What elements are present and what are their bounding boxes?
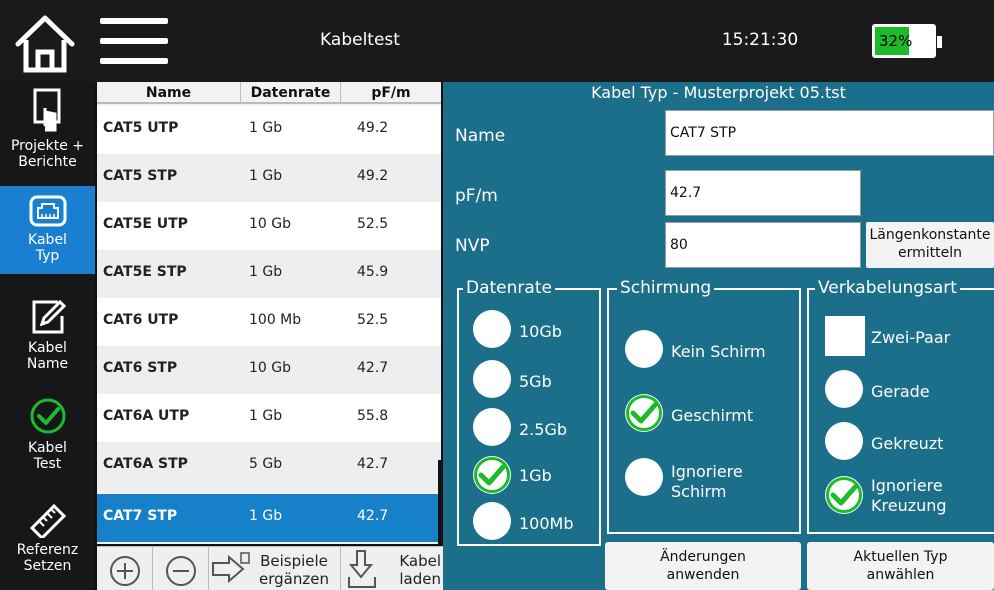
- datenrate-group: Datenrate 10Gb 5Gb 2.5Gb 1Gb 100Mb: [457, 277, 601, 546]
- radio-2-5gb[interactable]: [473, 408, 511, 446]
- check-circle-icon: [30, 398, 65, 434]
- arrow-insert-icon: [212, 552, 250, 584]
- table-row[interactable]: CAT6A UTP 1 Gb 55.8: [97, 394, 441, 442]
- nvp-label: NVP: [455, 236, 490, 256]
- home-button[interactable]: [10, 10, 80, 76]
- checkmark-icon: [478, 464, 506, 486]
- sidebar-item-projekte[interactable]: Projekte + Berichte: [0, 82, 95, 184]
- laengenkonstante-button[interactable]: Längenkonstante ermitteln: [866, 222, 994, 268]
- panel-title: Kabel Typ - Musterprojekt 05.tst: [591, 83, 846, 102]
- table-row[interactable]: CAT6 STP 10 Gb 42.7: [97, 346, 441, 394]
- verkabelungsart-group: Verkabelungsart Zwei-Paar Gerade Gekreuz…: [807, 277, 994, 534]
- column-header-pfm[interactable]: pF/m: [341, 82, 441, 102]
- plus-circle-icon: [110, 556, 140, 586]
- add-examples-label-2: ergänzen: [259, 570, 329, 588]
- table-scrollbar[interactable]: [438, 460, 442, 544]
- apply-changes-button[interactable]: Änderungen anwenden: [605, 542, 801, 590]
- radio-gekreuzt[interactable]: [825, 422, 863, 460]
- app-title: Kabeltest: [320, 30, 400, 50]
- battery-percent: 32%: [879, 32, 913, 50]
- radio-ignoriere-schirm[interactable]: [625, 458, 663, 496]
- remove-button[interactable]: [153, 547, 209, 590]
- radio-geschirmt[interactable]: [625, 394, 663, 432]
- cable-type-table: Name Datenrate pF/m CAT5 UTP 1 Gb 49.2 C…: [97, 82, 441, 544]
- schirmung-group: Schirmung Kein Schirm Geschirmt Ignorier…: [607, 277, 801, 534]
- option-ignoriere-kreuzung-label: Ignoriere Kreuzung: [871, 476, 947, 515]
- option-geschirmt-label: Geschirmt: [671, 406, 754, 425]
- add-examples-button[interactable]: Beispiele ergänzen: [209, 547, 341, 590]
- table-toolbar: Beispiele ergänzen Kabel laden: [97, 546, 443, 590]
- load-cable-label-1: Kabel: [399, 552, 441, 570]
- ruler-icon: [29, 503, 66, 538]
- download-icon: [348, 550, 376, 588]
- radio-gerade[interactable]: [825, 370, 863, 408]
- pfm-label: pF/m: [455, 186, 498, 206]
- radio-10gb[interactable]: [473, 310, 511, 348]
- name-input[interactable]: CAT7 STP: [665, 110, 994, 156]
- radio-ignoriere-kreuzung[interactable]: [825, 476, 863, 514]
- schirmung-title: Schirmung: [617, 277, 715, 299]
- clock: 15:21:30: [721, 30, 799, 50]
- option-gekreuzt-label: Gekreuzt: [871, 434, 944, 453]
- home-icon: [15, 15, 75, 73]
- option-1gb-label: 1Gb: [519, 466, 552, 485]
- table-row[interactable]: CAT5E STP 1 Gb 45.9: [97, 250, 441, 298]
- column-header-datenrate[interactable]: Datenrate: [241, 82, 341, 102]
- table-row[interactable]: CAT6 UTP 100 Mb 52.5: [97, 298, 441, 346]
- table-row-selected[interactable]: CAT7 STP 1 Gb 42.7: [97, 494, 441, 542]
- option-kein-schirm-label: Kein Schirm: [671, 342, 766, 361]
- top-bar: Kabeltest 15:21:30 32%: [0, 0, 994, 82]
- verkabelungsart-title: Verkabelungsart: [815, 277, 960, 299]
- option-5gb-label: 5Gb: [519, 372, 552, 391]
- datenrate-title: Datenrate: [463, 277, 555, 299]
- cable-type-panel: Kabel Typ - Musterprojekt 05.tst Name CA…: [443, 82, 994, 590]
- table-header: Name Datenrate pF/m: [97, 82, 441, 104]
- name-label: Name: [455, 126, 506, 146]
- checkmark-icon: [630, 402, 658, 424]
- add-examples-label-1: Beispiele: [260, 552, 328, 570]
- hamburger-menu-icon: [100, 18, 168, 24]
- sidebar: Projekte + Berichte Kabel Typ Kabel Name…: [0, 82, 95, 590]
- table-row[interactable]: CAT5 UTP 1 Gb 49.2: [97, 106, 441, 154]
- pfm-input[interactable]: 42.7: [665, 170, 861, 216]
- battery-indicator: 32%: [872, 24, 942, 58]
- sidebar-item-kabel-name[interactable]: Kabel Name: [0, 294, 95, 388]
- radio-5gb[interactable]: [473, 360, 511, 398]
- sidebar-item-referenz[interactable]: Referenz Setzen: [0, 494, 95, 590]
- document-touch-icon: [33, 88, 60, 132]
- menu-button[interactable]: [100, 18, 168, 74]
- radio-1gb[interactable]: [473, 456, 511, 494]
- select-current-type-button[interactable]: Aktuellen Typ anwählen: [807, 542, 994, 590]
- radio-kein-schirm[interactable]: [625, 330, 663, 368]
- ethernet-port-icon: [29, 195, 66, 227]
- edit-pencil-icon: [32, 299, 66, 334]
- option-10gb-label: 10Gb: [519, 322, 562, 341]
- load-cable-button[interactable]: Kabel laden: [341, 547, 443, 590]
- minus-circle-icon: [166, 556, 196, 586]
- column-header-name[interactable]: Name: [97, 82, 241, 102]
- add-button[interactable]: [97, 547, 153, 590]
- nvp-input[interactable]: 80: [665, 222, 861, 268]
- option-zwei-paar-label: Zwei-Paar: [871, 328, 951, 347]
- table-row[interactable]: CAT6A STP 5 Gb 42.7: [97, 442, 441, 490]
- option-ignoriere-schirm-label: Ignoriere Schirm: [671, 462, 743, 501]
- option-2-5gb-label: 2.5Gb: [519, 420, 567, 439]
- load-cable-label-2: laden: [399, 570, 441, 588]
- checkbox-zwei-paar[interactable]: [825, 316, 865, 356]
- table-row[interactable]: CAT5E UTP 10 Gb 52.5: [97, 202, 441, 250]
- option-gerade-label: Gerade: [871, 382, 930, 401]
- checkmark-icon: [830, 484, 858, 506]
- sidebar-item-kabel-typ[interactable]: Kabel Typ: [0, 186, 95, 274]
- radio-100mb[interactable]: [473, 502, 511, 540]
- table-row[interactable]: CAT5 STP 1 Gb 49.2: [97, 154, 441, 202]
- option-100mb-label: 100Mb: [519, 514, 574, 533]
- sidebar-item-kabel-test[interactable]: Kabel Test: [0, 392, 95, 486]
